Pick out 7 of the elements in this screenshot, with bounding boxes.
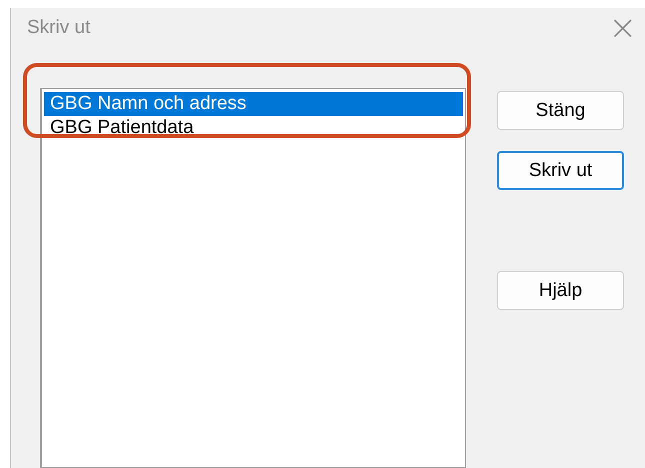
list-item[interactable]: GBG Patientdata <box>44 116 463 140</box>
dialog-button[interactable]: Hjälp <box>497 271 624 310</box>
window-title: Skriv ut <box>27 17 90 39</box>
dialog-button[interactable]: Stäng <box>497 91 624 130</box>
list-item[interactable]: GBG Namn och adress <box>44 92 463 116</box>
list-box[interactable]: GBG Namn och adress GBG Patientdata <box>40 88 466 468</box>
dialog-button[interactable]: Skriv ut <box>497 151 624 190</box>
